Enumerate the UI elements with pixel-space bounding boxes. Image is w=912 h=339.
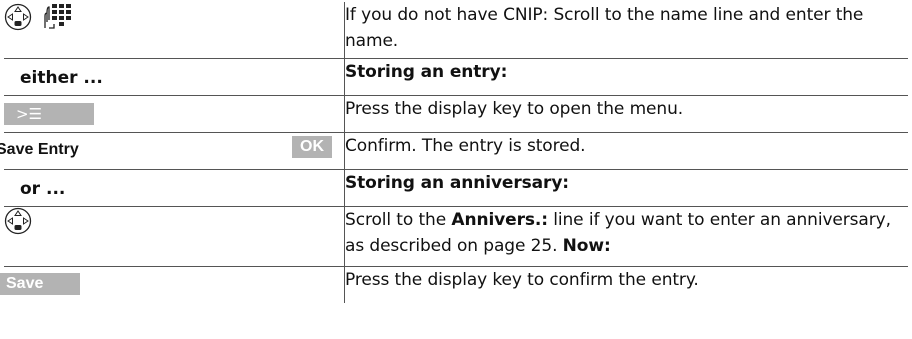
table-row: Save Press the display key to confirm th… — [0, 266, 909, 303]
key-cell: Save Entry OK — [0, 132, 345, 169]
menu-display-key[interactable]: >☰ — [4, 102, 94, 125]
table-row: If you do not have CNIP: Scroll to the n… — [4, 2, 908, 58]
step-text: Press the display key to open the menu. — [345, 98, 684, 119]
step-text: Scroll to the Annivers.: line if you wan… — [345, 209, 891, 256]
manual-page: If you do not have CNIP: Scroll to the n… — [0, 0, 912, 339]
table-row: Scroll to the Annivers.: line if you wan… — [4, 206, 908, 266]
section-heading: Storing an entry: — [345, 61, 508, 82]
key-cell: or ... — [4, 169, 345, 206]
or-label: or ... — [20, 178, 66, 199]
description-cell: Storing an anniversary: — [345, 169, 909, 206]
description-cell: Press the display key to confirm the ent… — [345, 266, 909, 303]
section-heading: Storing an anniversary: — [345, 172, 569, 193]
step-text: Confirm. The entry is stored. — [345, 135, 586, 156]
menu-icon: >☰ — [16, 104, 43, 123]
step-text: If you do not have CNIP: Scroll to the n… — [345, 5, 864, 51]
key-cell — [4, 2, 345, 58]
description-cell: Storing an entry: — [345, 58, 909, 95]
key-cell: either ... — [4, 58, 345, 95]
step-text: Press the display key to confirm the ent… — [345, 269, 699, 290]
description-cell: Confirm. The entry is stored. — [345, 132, 909, 169]
description-cell: If you do not have CNIP: Scroll to the n… — [345, 2, 909, 58]
control-key-icon — [4, 207, 32, 240]
control-key-icon — [4, 3, 32, 36]
table-row: either ... Storing an entry: — [4, 58, 908, 95]
instruction-table: If you do not have CNIP: Scroll to the n… — [0, 2, 909, 303]
ok-display-key[interactable]: OK — [292, 135, 332, 158]
table-row: or ... Storing an anniversary: — [4, 169, 908, 206]
description-cell: Press the display key to open the menu. — [345, 95, 909, 132]
either-label: either ... — [20, 67, 103, 88]
description-cell: Scroll to the Annivers.: line if you wan… — [345, 206, 909, 266]
key-cell: >☰ — [4, 95, 345, 132]
key-cell — [4, 206, 345, 266]
save-entry-label: Save Entry — [0, 140, 79, 158]
save-display-key[interactable]: Save — [0, 272, 80, 295]
table-row: Save Entry OK Confirm. The entry is stor… — [0, 132, 909, 169]
table-row: >☰ Press the display key to open the men… — [4, 95, 908, 132]
key-cell: Save — [0, 266, 345, 303]
keypad-icon — [42, 2, 72, 37]
